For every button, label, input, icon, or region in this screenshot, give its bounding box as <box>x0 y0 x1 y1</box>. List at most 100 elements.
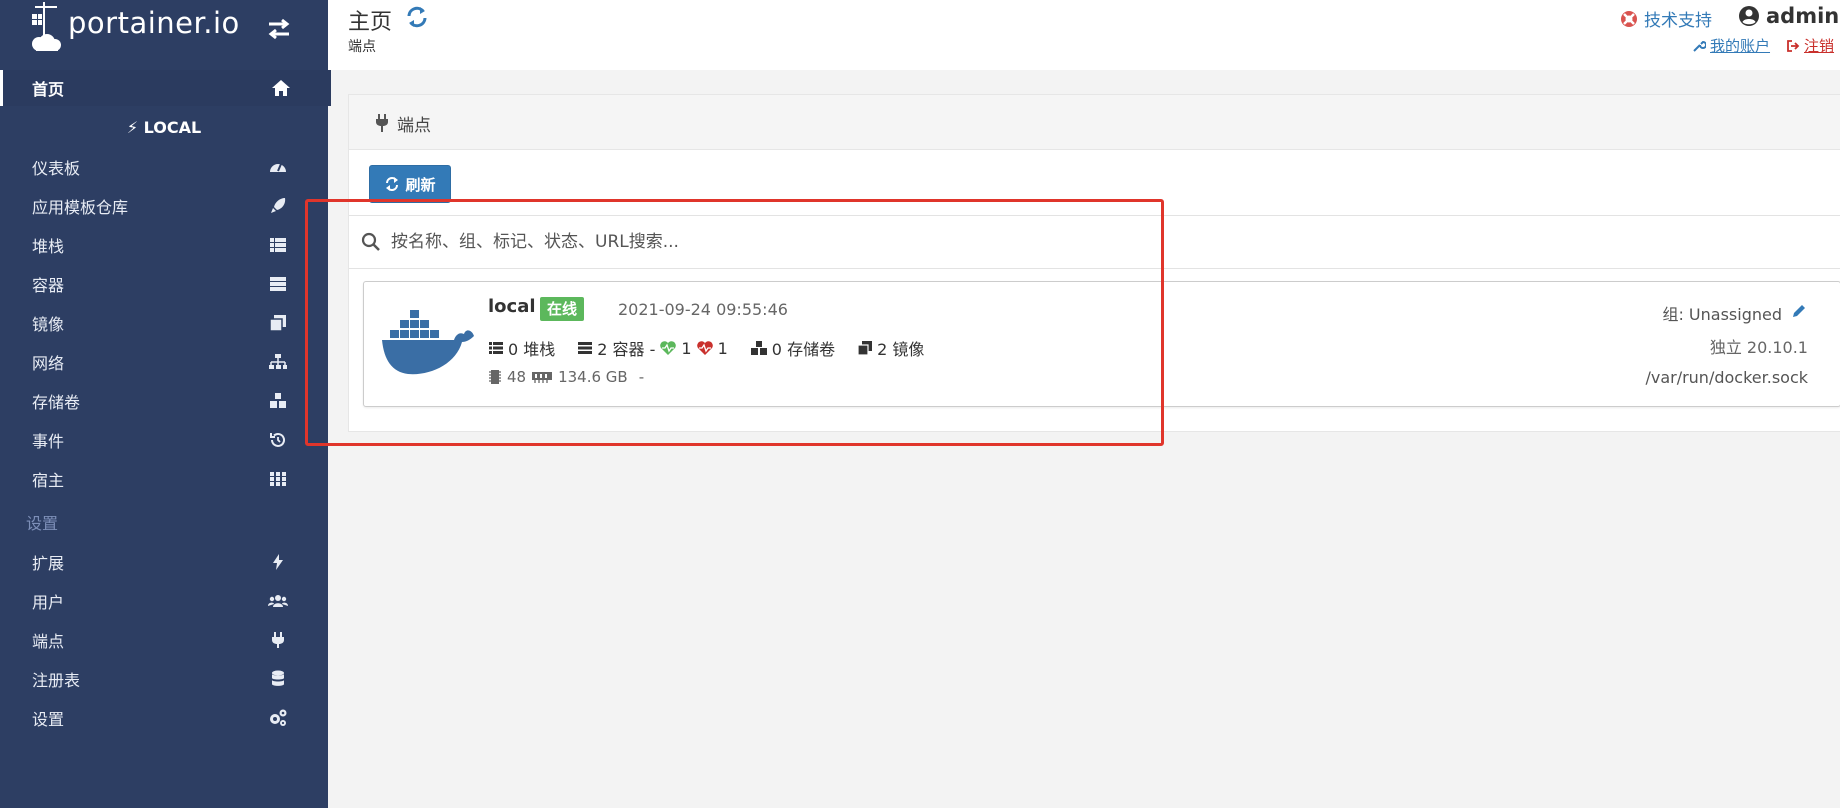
search-bar <box>349 215 1840 269</box>
sidebar-item-extensions[interactable]: 扩展 <box>0 544 328 580</box>
memory-total: 134.6 GB <box>558 368 628 386</box>
sidebar-item-home[interactable]: 首页 <box>0 70 331 106</box>
plug-icon <box>272 632 284 648</box>
database-icon <box>272 670 284 686</box>
widget-header: 端点 <box>349 95 1840 150</box>
bolt-icon <box>273 554 283 570</box>
sidebar-item-host[interactable]: 宿主 <box>0 461 328 497</box>
wrench-icon <box>1693 40 1706 52</box>
top-header: 主页 端点 技术支持 admin 我的账户 注销 <box>328 0 1840 70</box>
brand[interactable]: portainer.io <box>30 0 300 60</box>
stacks-count: 0 堆栈 <box>508 340 556 359</box>
endpoints-widget: 端点 刷新 local 在线 2021-09-24 09:55:46 <box>348 94 1840 432</box>
widget-title: 端点 <box>397 116 431 136</box>
refresh-button[interactable]: 刷新 <box>369 165 451 203</box>
endpoint-name[interactable]: local <box>488 296 536 317</box>
life-ring-icon <box>1621 10 1637 27</box>
heartbeat-healthy-icon <box>660 341 677 355</box>
sidebar-item-images[interactable]: 镜像 <box>0 305 328 341</box>
stacks-stat: 0 堆栈 <box>488 336 555 360</box>
sidebar-item-endpoints[interactable]: 端点 <box>0 622 328 658</box>
sidebar-item-label: 镜像 <box>32 315 65 334</box>
logout-label: 注销 <box>1804 37 1835 55</box>
breadcrumb: 端点 <box>348 39 376 55</box>
sign-out-icon <box>1787 39 1800 52</box>
sidebar-item-settings[interactable]: 设置 <box>0 700 328 736</box>
sidebar-item-label: 存储卷 <box>32 393 81 412</box>
search-icon <box>361 232 380 251</box>
sidebar-item-users[interactable]: 用户 <box>0 583 328 619</box>
endpoint-resources: 48 134.6 GB - <box>488 368 644 386</box>
sidebar-item-label: 事件 <box>32 432 65 451</box>
volumes-count: 0 存储卷 <box>771 340 836 359</box>
th-list-icon <box>270 238 286 252</box>
sidebar-item-registries[interactable]: 注册表 <box>0 661 328 697</box>
user-menu[interactable]: admin <box>1738 4 1839 28</box>
plug-icon: ⚡︎ <box>126 118 139 137</box>
containers-count: 2 容器 - <box>597 340 656 359</box>
docker-logo-icon <box>382 310 474 375</box>
sidebar-item-dashboard[interactable]: 仪表板 <box>0 149 328 185</box>
endpoint-stats: 0 堆栈 2 容器 - 1 1 0 存储卷 2 镜像 <box>488 336 946 360</box>
clone-icon <box>269 315 286 332</box>
rocket-icon <box>271 198 286 213</box>
history-icon <box>270 432 285 447</box>
clone-icon <box>857 341 873 356</box>
home-icon <box>272 80 290 96</box>
sidebar-item-label: 网络 <box>32 354 65 373</box>
refresh-button-label: 刷新 <box>405 175 436 194</box>
sidebar-item-label: 容器 <box>32 276 65 295</box>
user-circle-icon <box>1739 6 1759 26</box>
heartbeat-unhealthy-icon <box>696 341 713 355</box>
my-account-label: 我的账户 <box>1710 37 1771 55</box>
unhealthy-count: 1 <box>717 338 728 358</box>
sidebar-item-app-templates[interactable]: 应用模板仓库 <box>0 188 328 224</box>
sidebar-item-containers[interactable]: 容器 <box>0 266 328 302</box>
support-link[interactable]: 技术支持 <box>1620 6 1712 31</box>
page-title: 主页 <box>348 10 393 35</box>
tachometer-icon <box>270 163 286 172</box>
server-icon <box>270 277 286 291</box>
server-icon <box>578 342 593 354</box>
settings-section-title: 设置 <box>26 514 59 533</box>
sidebar-item-volumes[interactable]: 存储卷 <box>0 383 328 419</box>
docker-version: 独立 20.10.1 <box>1709 338 1808 357</box>
th-icon <box>270 472 286 486</box>
sidebar-item-events[interactable]: 事件 <box>0 422 328 458</box>
refresh-icon[interactable] <box>404 4 430 30</box>
sidebar-item-label: 应用模板仓库 <box>32 198 129 217</box>
status-badge: 在线 <box>540 297 585 321</box>
brand-name: portainer.io <box>68 6 240 40</box>
logout-link[interactable]: 注销 <box>1786 35 1834 56</box>
exchange-icon[interactable] <box>264 14 294 44</box>
my-account-link[interactable]: 我的账户 <box>1692 35 1770 56</box>
sidebar-item-label: 端点 <box>32 632 65 651</box>
search-input[interactable] <box>389 226 1293 258</box>
users-icon <box>268 595 288 607</box>
th-list-icon <box>489 342 503 354</box>
sidebar-item-networks[interactable]: 网络 <box>0 344 328 380</box>
sidebar-item-label: 设置 <box>32 710 65 729</box>
sidebar-item-label: 仪表板 <box>32 159 81 178</box>
endpoint-group: 组: Unassigned <box>1662 305 1782 324</box>
cogs-icon <box>270 709 287 726</box>
memory-suffix: - <box>638 368 645 386</box>
username: admin <box>1766 4 1840 28</box>
sidebar-item-label: 首页 <box>32 80 65 99</box>
support-label: 技术支持 <box>1644 11 1712 31</box>
cpu-count: 48 <box>507 368 527 386</box>
endpoint-timestamp: 2021-09-24 09:55:46 <box>618 300 788 319</box>
memory-icon <box>532 372 553 383</box>
pencil-icon[interactable] <box>1790 302 1808 320</box>
portainer-logo-icon <box>32 2 61 51</box>
healthy-count: 1 <box>681 338 692 358</box>
refresh-icon <box>386 177 399 191</box>
sidebar-item-label: 堆栈 <box>32 237 65 256</box>
endpoint-url: /var/run/docker.sock <box>1645 368 1808 387</box>
sidebar-item-stacks[interactable]: 堆栈 <box>0 227 328 263</box>
plug-icon <box>376 114 388 132</box>
sidebar-item-label: 宿主 <box>32 471 65 490</box>
endpoint-card[interactable]: local 在线 2021-09-24 09:55:46 0 堆栈 2 容器 -… <box>363 281 1840 407</box>
cubes-icon <box>750 341 767 355</box>
sidebar-item-label: 扩展 <box>32 554 65 573</box>
